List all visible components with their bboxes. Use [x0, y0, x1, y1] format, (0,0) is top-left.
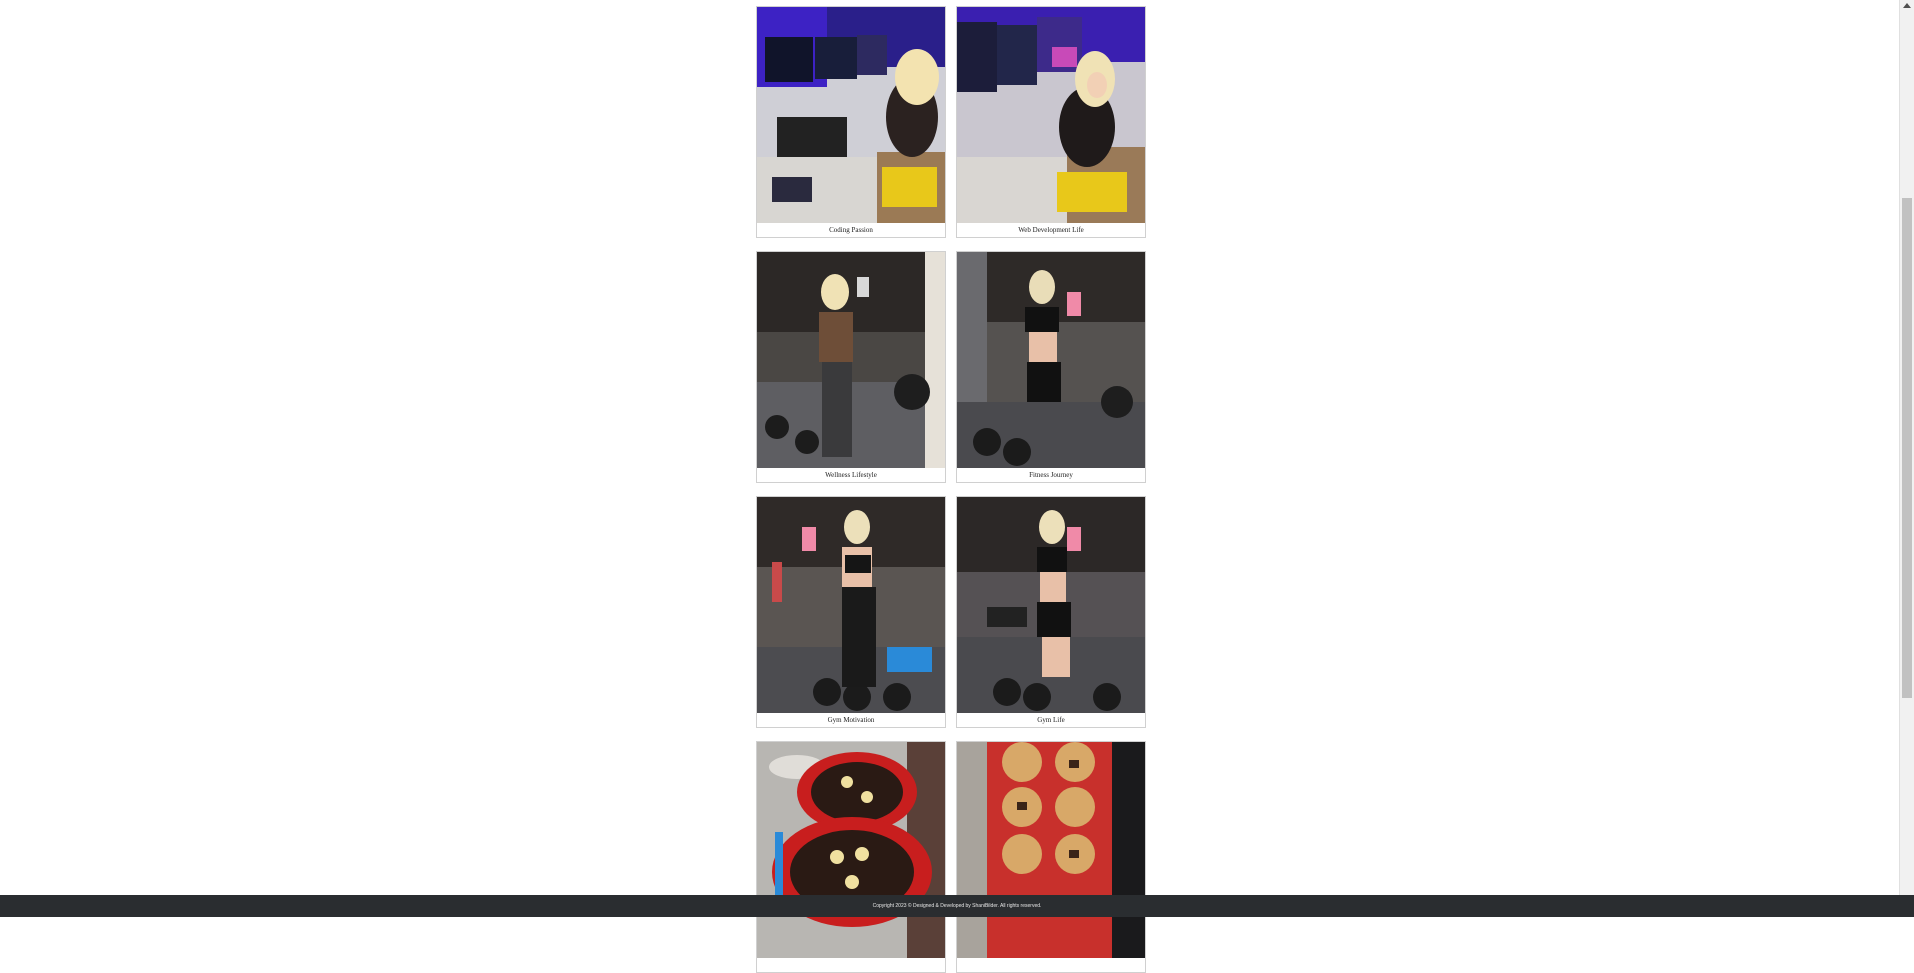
gallery-photo[interactable] [757, 7, 945, 223]
gallery-photo[interactable] [957, 497, 1145, 713]
gallery-card[interactable]: Gym Motivation [756, 496, 946, 728]
gallery-card[interactable]: Fitness Journey [956, 251, 1146, 483]
gallery-photo[interactable] [757, 742, 945, 958]
gallery-photo[interactable] [757, 497, 945, 713]
gallery-card[interactable]: Coding Passion [756, 6, 946, 238]
gallery-caption: Web Development Life [1018, 226, 1084, 234]
vertical-scrollbar[interactable] [1899, 0, 1914, 895]
scroll-thumb[interactable] [1902, 198, 1912, 698]
page-footer: Copyright 2023 © Designed & Developed by… [0, 895, 1914, 917]
gallery-caption: Coding Passion [829, 226, 873, 234]
scroll-up-arrow-icon[interactable] [1903, 3, 1911, 8]
gallery-photo[interactable] [957, 252, 1145, 468]
gallery-photo[interactable] [957, 7, 1145, 223]
gallery-card[interactable] [956, 741, 1146, 973]
copyright-text: Copyright 2023 © Designed & Developed by… [872, 903, 1042, 909]
gallery-caption: Wellness Lifestyle [825, 471, 877, 479]
gallery-photo[interactable] [757, 252, 945, 468]
gallery-caption [757, 958, 945, 972]
gallery-card[interactable]: Wellness Lifestyle [756, 251, 946, 483]
gallery-card[interactable] [756, 741, 946, 973]
gallery-caption: Gym Life [1037, 716, 1065, 724]
gallery-caption: Fitness Journey [1029, 471, 1073, 479]
gallery-card[interactable]: Gym Life [956, 496, 1146, 728]
gallery-caption [957, 958, 1145, 972]
gallery-card[interactable]: Web Development Life [956, 6, 1146, 238]
gallery-photo[interactable] [957, 742, 1145, 958]
gallery-caption: Gym Motivation [827, 716, 875, 724]
